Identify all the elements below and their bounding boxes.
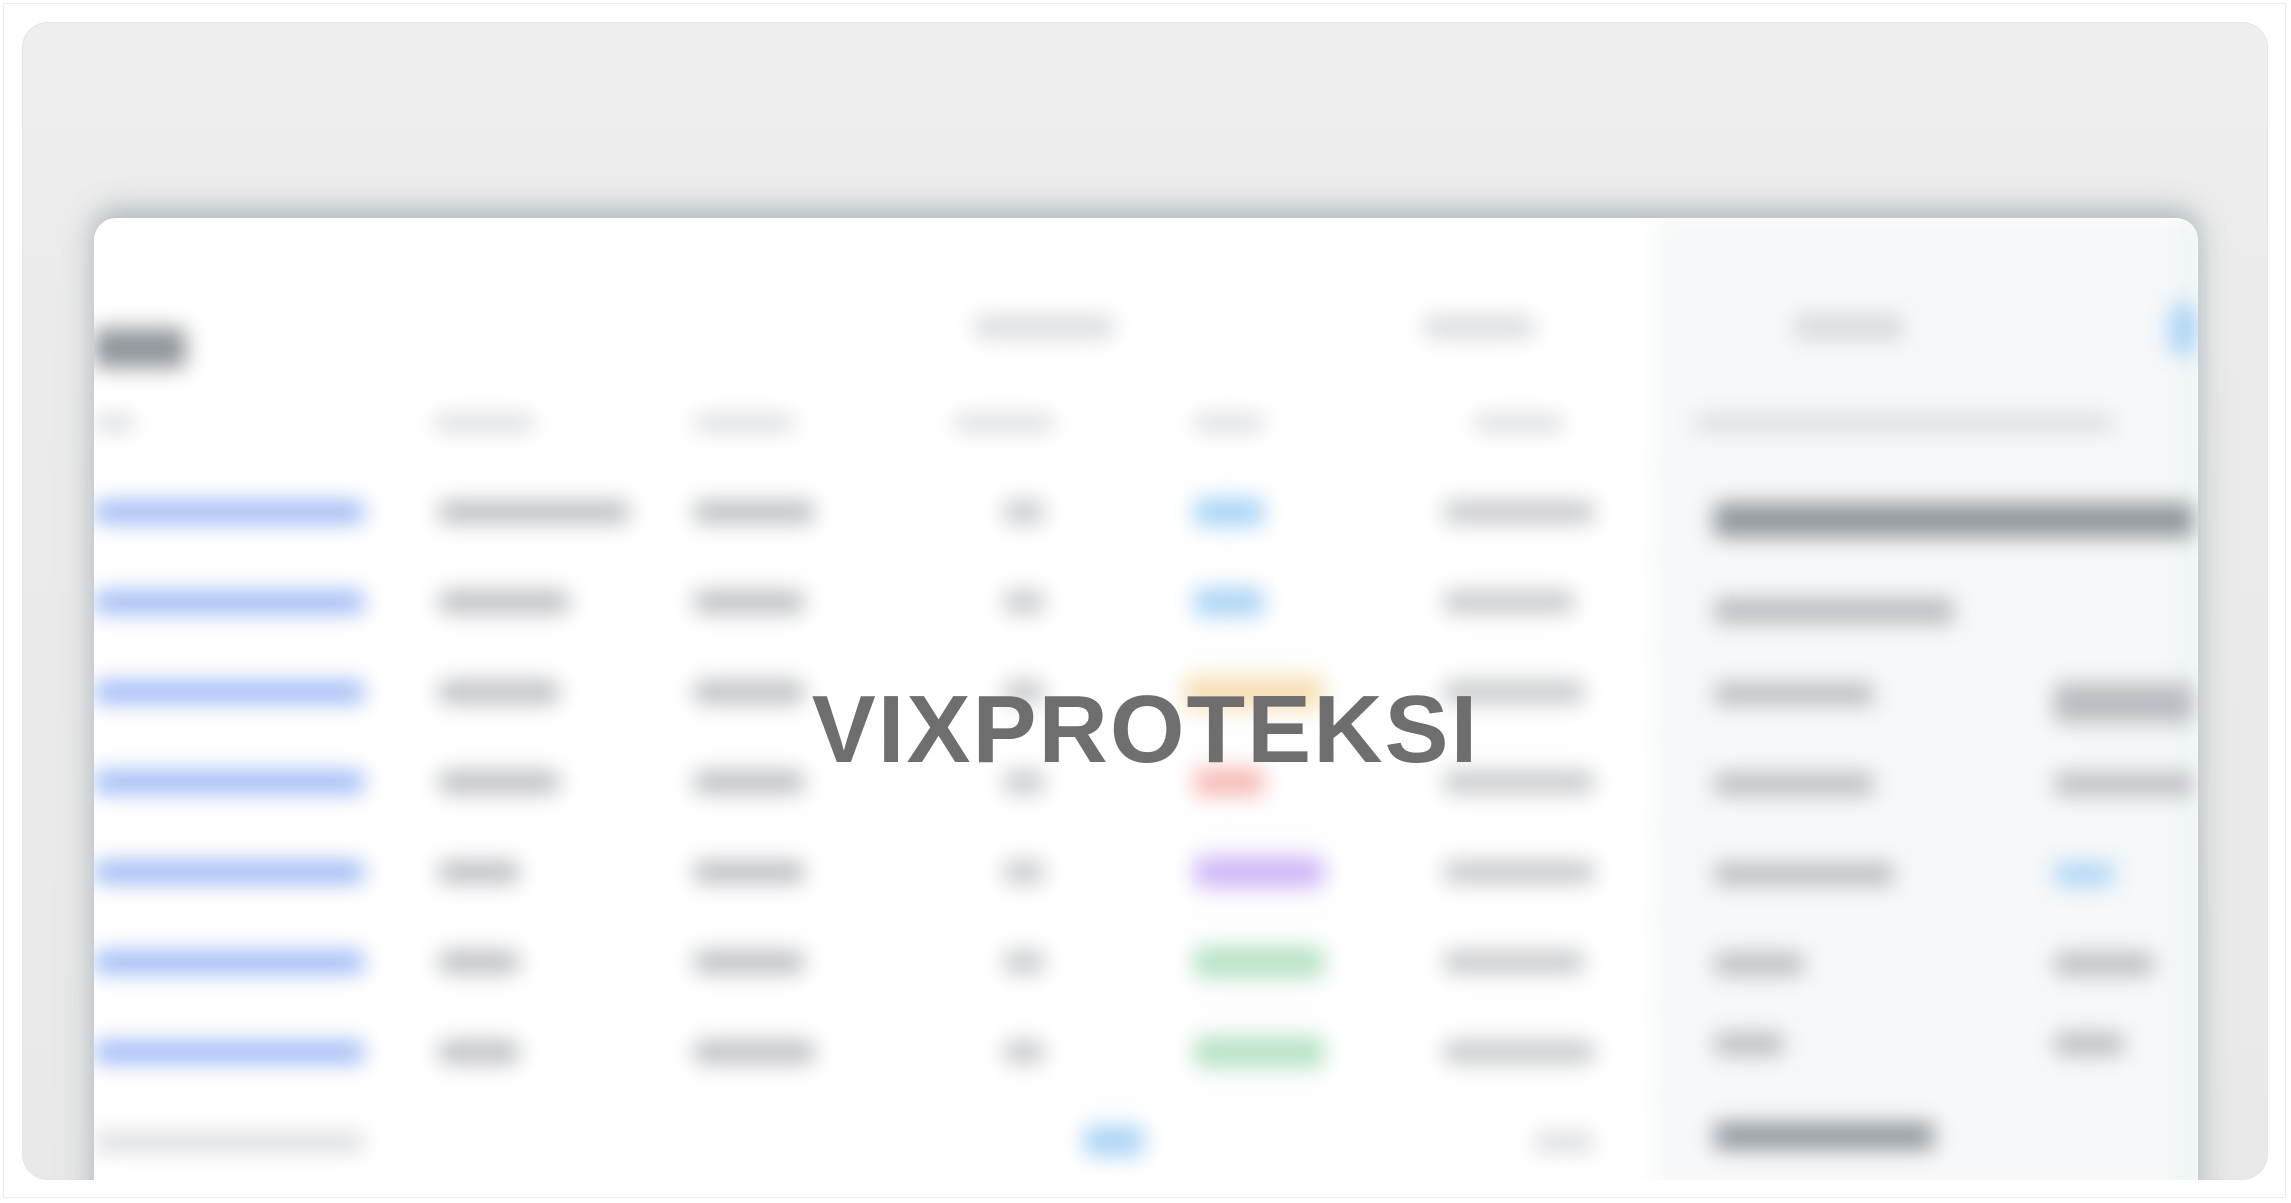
pagination-current-page[interactable] [1084, 1126, 1144, 1156]
column-header [1194, 415, 1264, 431]
table-cell [694, 501, 814, 523]
pagination-info [94, 1133, 364, 1151]
row-divider [94, 826, 1654, 828]
row-divider [94, 916, 1654, 918]
toolbar-search[interactable] [974, 316, 1114, 338]
table-cell [1444, 1041, 1594, 1063]
table-cell [1444, 861, 1594, 883]
table-cell [439, 501, 629, 523]
panel-header [1694, 415, 2114, 431]
panel-section-title [1714, 598, 1954, 624]
table-cell [694, 951, 804, 973]
table-cell [1004, 861, 1044, 883]
pagination-next[interactable] [1534, 1133, 1594, 1151]
table-row-link[interactable] [94, 861, 364, 883]
toolbar-filter[interactable] [1424, 316, 1534, 338]
panel-field-value [2054, 1033, 2124, 1055]
table-cell [1444, 501, 1594, 523]
table-row-link[interactable] [94, 1041, 364, 1063]
table-cell [439, 951, 519, 973]
column-header [694, 415, 794, 431]
row-divider [94, 466, 1654, 468]
table-cell [694, 1041, 814, 1063]
table-cell [1444, 951, 1584, 973]
table-cell [1444, 591, 1574, 613]
table-row-link[interactable] [94, 501, 364, 523]
panel-field-label [1714, 863, 1894, 885]
panel-title [1714, 503, 2194, 537]
table-cell [439, 1041, 519, 1063]
column-header [954, 415, 1054, 431]
table-cell [1004, 1041, 1044, 1063]
panel-section-title [1714, 1123, 1934, 1149]
panel-field-value [2054, 863, 2114, 885]
column-header [434, 415, 534, 431]
status-badge [1194, 1036, 1324, 1068]
table-cell [694, 861, 804, 883]
status-badge [1194, 588, 1264, 616]
panel-field-label [1714, 953, 1804, 975]
row-divider [94, 556, 1654, 558]
panel-field-value [2054, 953, 2154, 975]
table-row-link[interactable] [94, 951, 364, 973]
column-header [1474, 415, 1564, 431]
table-cell [694, 591, 804, 613]
panel-field-label [1714, 1033, 1784, 1055]
table-cell [1004, 591, 1044, 613]
row-divider [94, 646, 1654, 648]
column-header [94, 415, 134, 431]
toolbar-action[interactable] [1794, 314, 1904, 340]
screenshot-frame [22, 22, 2268, 1180]
watermark-text: VIXPROTEKSI [811, 676, 1480, 783]
status-badge [1194, 946, 1324, 978]
primary-action-button[interactable] [2170, 304, 2198, 354]
table-cell [1004, 501, 1044, 523]
table-cell [1004, 951, 1044, 973]
page-title [94, 328, 186, 368]
row-divider [94, 1006, 1654, 1008]
row-divider [94, 1096, 1654, 1098]
table-cell [439, 591, 569, 613]
status-badge [1194, 856, 1324, 888]
status-badge [1194, 498, 1264, 526]
table-cell [439, 861, 519, 883]
table-row-link[interactable] [94, 591, 364, 613]
